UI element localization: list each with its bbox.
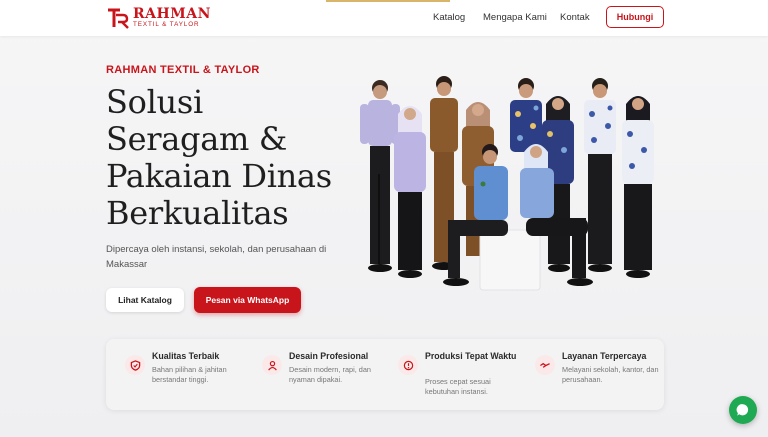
feature-title: Layanan Terpercaya xyxy=(562,351,647,361)
feature-desc: Desain modern, rapi, dan nyaman dipakai. xyxy=(289,365,371,384)
brand-logo[interactable]: RAHMAN TEXTIL & TAYLOR xyxy=(106,5,211,31)
feature-title: Kualitas Terbaik xyxy=(152,351,220,361)
factory-icon xyxy=(398,355,418,375)
view-catalog-button[interactable]: Lihat Katalog xyxy=(106,288,184,312)
feature-desc: Proses cepat sesuai kebutuhan instansi. xyxy=(425,377,491,396)
whatsapp-chat-button[interactable] xyxy=(729,396,757,424)
feature-strip: Kualitas Terbaik Bahan pilihan & jahitan… xyxy=(106,339,664,410)
navbar: RAHMAN TEXTIL & TAYLOR Katalog Mengapa K… xyxy=(0,0,768,36)
nav-link-katalog[interactable]: Katalog xyxy=(433,12,465,23)
chat-bubble-icon xyxy=(736,404,749,416)
feature-desc: Bahan pilihan & jahitan berstandar tingg… xyxy=(152,365,227,384)
brand-name: RAHMAN xyxy=(133,6,211,23)
feature-title: Produksi Tepat Waktu xyxy=(425,351,517,361)
headline-line: Solusi xyxy=(106,83,203,121)
user-icon xyxy=(262,355,282,375)
hero-lead: Dipercaya oleh instansi, sekolah, dan pe… xyxy=(106,244,327,270)
top-accent-line xyxy=(326,0,450,2)
handshake-icon xyxy=(535,355,555,375)
feature-desc: Melayani sekolah, kantor, dan perusahaan… xyxy=(562,365,659,384)
nav-link-kontak[interactable]: Kontak xyxy=(560,12,590,23)
nav-link-mengapa-kami[interactable]: Mengapa Kami xyxy=(483,12,547,23)
headline-line: Berkualitas xyxy=(106,194,289,232)
logo-monogram-icon xyxy=(106,7,130,29)
hero-eyebrow: RAHMAN TEXTIL & TAYLOR xyxy=(106,64,260,76)
headline-line: Seragam & xyxy=(106,120,288,158)
hero-uniform-group-photo xyxy=(360,76,654,291)
whatsapp-order-button[interactable]: Pesan via WhatsApp xyxy=(194,287,301,313)
headline-line: Pakaian Dinas xyxy=(106,157,332,195)
brand-tagline: TEXTIL & TAYLOR xyxy=(133,21,200,29)
contact-button[interactable]: Hubungi xyxy=(606,6,664,28)
hero-headline: Solusi Seragam & Pakaian Dinas Berkualit… xyxy=(106,84,346,232)
shield-icon xyxy=(125,355,145,375)
feature-title: Desain Profesional xyxy=(289,351,369,361)
